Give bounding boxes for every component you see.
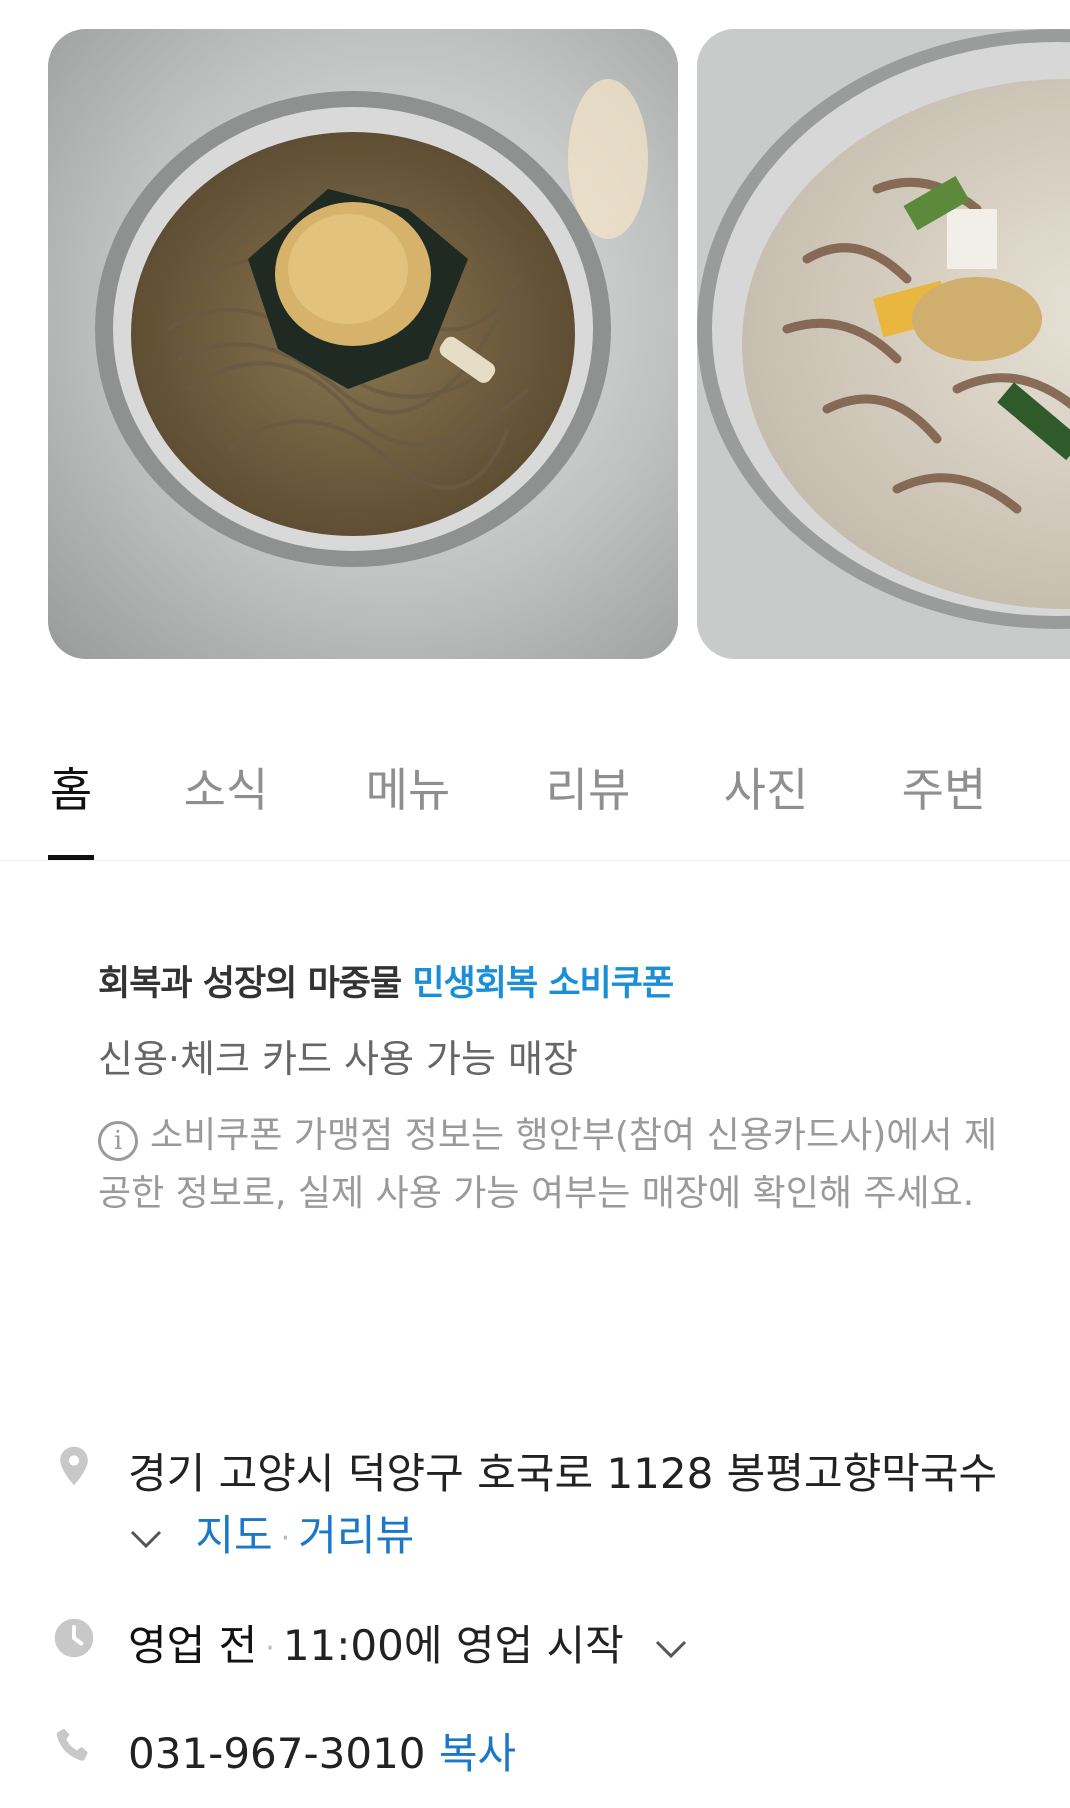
- coupon-note: i 소비쿠폰 가맹점 정보는 행안부(참여 신용카드사)에서 제공한 정보로, 실…: [98, 1107, 998, 1223]
- coupon-subtitle: 신용·체크 카드 사용 가능 매장: [98, 1037, 578, 1081]
- chevron-down-icon[interactable]: [651, 1634, 691, 1664]
- address-text: 경기 고양시 덕양구 호국로 1128 봉평고향막국수: [128, 1449, 998, 1498]
- clock-icon: [54, 1618, 94, 1658]
- tab-menu[interactable]: 메뉴: [362, 720, 454, 860]
- naengmyeon-photo-image: [48, 29, 678, 659]
- separator-dot: ·: [280, 1521, 291, 1556]
- photo-naengmyeon[interactable]: [48, 29, 678, 659]
- tab-bar: 홈 소식 메뉴 리뷰 사진 주변: [0, 720, 1070, 861]
- opening-time: 11:00에 영업 시작: [282, 1621, 624, 1670]
- tab-news[interactable]: 소식: [180, 720, 272, 860]
- coupon-banner[interactable]: 회복과 성장의 마중물 민생회복 소비쿠폰 신용·체크 카드 사용 가능 매장 …: [98, 955, 998, 1223]
- tab-home[interactable]: 홈: [48, 720, 94, 860]
- coupon-title-highlight: 민생회복 소비쿠폰: [412, 964, 674, 1004]
- copy-phone-button[interactable]: 복사: [439, 1729, 516, 1778]
- tab-nearby[interactable]: 주변: [898, 720, 990, 860]
- coupon-title-prefix: 회복과 성장의 마중물: [98, 964, 402, 1004]
- photo-carousel[interactable]: [0, 29, 1070, 659]
- coupon-title: 회복과 성장의 마중물 민생회복 소비쿠폰: [98, 955, 998, 1006]
- kongguksu-photo-image: [697, 29, 1070, 659]
- tab-reviews[interactable]: 리뷰: [542, 720, 634, 860]
- phone-text: 031-967-3010 복사: [128, 1720, 516, 1781]
- photo-kongguksu[interactable]: [697, 29, 1070, 659]
- info-icon: i: [98, 1121, 138, 1161]
- street-view-link[interactable]: 거리뷰: [298, 1511, 414, 1560]
- tab-photos[interactable]: 사진: [720, 720, 812, 860]
- address-actions: 지도 · 거리뷰: [126, 1502, 414, 1563]
- chevron-down-icon[interactable]: [126, 1524, 166, 1554]
- hours-text: 영업 전 · 11:00에 영업 시작: [128, 1612, 691, 1673]
- business-status: 영업 전: [128, 1621, 258, 1670]
- separator-dot: ·: [265, 1631, 275, 1666]
- coupon-note-text: 소비쿠폰 가맹점 정보는 행안부(참여 신용카드사)에서 제공한 정보로, 실제…: [98, 1115, 998, 1214]
- phone-icon: [56, 1728, 88, 1761]
- location-pin-icon: [60, 1446, 88, 1486]
- phone-number[interactable]: 031-967-3010: [128, 1729, 426, 1778]
- map-link[interactable]: 지도: [195, 1511, 272, 1560]
